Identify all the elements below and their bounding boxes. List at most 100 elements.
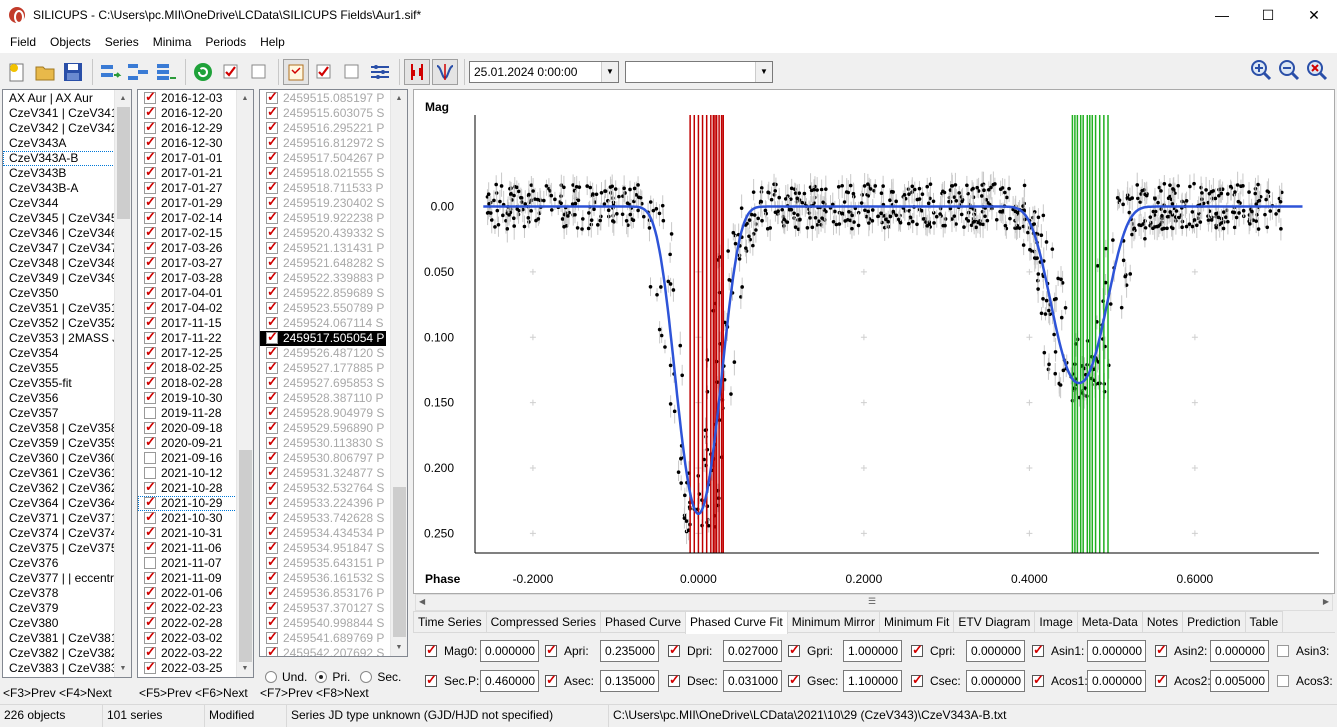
series-checkbox[interactable] — [144, 452, 156, 464]
tab-image[interactable]: Image — [1034, 611, 1078, 632]
series-checkbox[interactable] — [144, 166, 156, 179]
minima-list[interactable]: 2459515.085197 P2459515.603075 S2459516.… — [259, 89, 408, 657]
list-item[interactable]: CzeV341 | CzeV341 — [3, 106, 131, 121]
minimum-checkbox[interactable] — [266, 601, 278, 614]
list-item[interactable]: 2459519.922238 P — [260, 211, 407, 226]
minima-list-button[interactable] — [283, 58, 309, 85]
list-item[interactable]: 2459517.504267 P — [260, 151, 407, 166]
minimum-checkbox[interactable] — [266, 106, 278, 119]
minimum-checkbox[interactable] — [266, 376, 278, 389]
list-item[interactable]: CzeV359 | CzeV359 — [3, 436, 131, 451]
list-item[interactable]: CzeV351 | CzeV351 — [3, 301, 131, 316]
list-item[interactable]: 2459541.689769 P — [260, 631, 407, 646]
series-checkbox[interactable] — [144, 436, 156, 449]
list-item[interactable]: 2459532.532764 S — [260, 481, 407, 496]
list-item[interactable]: 2459533.224396 P — [260, 496, 407, 511]
series-checkbox[interactable] — [144, 571, 156, 584]
minimum-checkbox[interactable] — [266, 586, 278, 599]
param-input[interactable]: 0.005000 — [1210, 670, 1269, 692]
minimum-checkbox[interactable] — [266, 166, 278, 179]
chevron-down-icon[interactable]: ▼ — [755, 61, 772, 82]
list-item[interactable]: AX Aur | AX Aur — [3, 91, 131, 106]
list-item[interactable]: 2459535.643151 P — [260, 556, 407, 571]
list-item[interactable]: CzeV343B-A — [3, 181, 131, 196]
param-checkbox[interactable] — [425, 642, 437, 658]
minimum-checkbox[interactable] — [266, 136, 278, 149]
param-checkbox[interactable] — [1032, 642, 1044, 658]
series-checkbox[interactable] — [144, 586, 156, 599]
list-item[interactable]: 2459527.695853 S — [260, 376, 407, 391]
tab-phased-curve[interactable]: Phased Curve — [599, 611, 686, 632]
minimum-checkbox[interactable] — [266, 616, 278, 629]
param-checkbox[interactable] — [1277, 645, 1289, 657]
show-fit-button[interactable] — [432, 58, 458, 85]
series-checkbox[interactable] — [144, 391, 156, 404]
param-checkbox[interactable] — [911, 672, 923, 688]
list-item[interactable]: CzeV379 — [3, 601, 131, 616]
minimum-checkbox[interactable] — [266, 496, 278, 509]
list-item[interactable]: CzeV353 | 2MASS J0: — [3, 331, 131, 346]
series-checkbox[interactable] — [144, 661, 156, 674]
series-checkbox[interactable] — [144, 91, 156, 104]
series-move-button[interactable] — [153, 59, 179, 85]
list-item[interactable]: 2459536.853176 P — [260, 586, 407, 601]
list-item[interactable]: 2459517.505054 P — [260, 331, 386, 346]
param-input[interactable]: 0.000000 — [1087, 640, 1146, 662]
series-checkbox[interactable] — [144, 211, 156, 224]
list-item[interactable]: CzeV375 | CzeV375 — [3, 541, 131, 556]
list-item[interactable]: CzeV354 — [3, 346, 131, 361]
param-input[interactable]: 0.000000 — [1087, 670, 1146, 692]
minimum-checkbox[interactable] — [266, 121, 278, 134]
scroll-down-icon[interactable]: ▼ — [237, 660, 253, 677]
minimum-checkbox[interactable] — [266, 286, 278, 299]
param-input[interactable]: 0.235000 — [600, 640, 659, 662]
list-item[interactable]: CzeV374 | CzeV374 — [3, 526, 131, 541]
series-checkbox[interactable] — [144, 496, 156, 509]
minimum-checkbox[interactable] — [266, 406, 278, 419]
list-item[interactable]: CzeV355-fit — [3, 376, 131, 391]
radio-primary[interactable] — [315, 671, 328, 683]
series-checkbox[interactable] — [144, 467, 156, 479]
new-field-button[interactable] — [4, 59, 30, 85]
series-checkbox[interactable] — [144, 271, 156, 284]
series-checkbox[interactable] — [144, 601, 156, 614]
list-item[interactable]: CzeV380 — [3, 616, 131, 631]
list-item[interactable]: 2459524.067114 S — [260, 316, 407, 331]
list-item[interactable]: 2459542.207692 S — [260, 646, 407, 656]
list-item[interactable]: CzeV362 | CzeV362 — [3, 481, 131, 496]
param-checkbox[interactable] — [545, 672, 557, 688]
list-item[interactable]: 2459530.113830 S — [260, 436, 407, 451]
series-checkbox[interactable] — [144, 631, 156, 644]
series-checkbox[interactable] — [144, 526, 156, 539]
series-checkbox[interactable] — [144, 241, 156, 254]
list-item[interactable]: 2459515.085197 P — [260, 91, 407, 106]
scroll-right-icon[interactable]: ▶ — [1323, 597, 1329, 606]
refresh-button[interactable] — [190, 59, 216, 85]
minimum-checkbox[interactable] — [266, 571, 278, 584]
list-item[interactable]: CzeV343A-B — [3, 151, 131, 166]
series-checkbox[interactable] — [144, 407, 156, 419]
uncheck-all-series-button[interactable] — [246, 59, 272, 85]
param-checkbox[interactable] — [788, 672, 800, 688]
minimum-checkbox[interactable] — [266, 646, 278, 656]
minimum-checkbox[interactable] — [266, 421, 278, 434]
minimum-checkbox[interactable] — [266, 331, 278, 344]
list-item[interactable]: 2459519.230402 S — [260, 196, 407, 211]
series-checkbox[interactable] — [144, 256, 156, 269]
minimum-checkbox[interactable] — [266, 211, 278, 224]
series-checkbox[interactable] — [144, 616, 156, 629]
minimum-checkbox[interactable] — [266, 226, 278, 239]
series-scrollbar[interactable]: ▲ ▼ — [236, 90, 253, 677]
list-item[interactable]: CzeV343B — [3, 166, 131, 181]
minimum-checkbox[interactable] — [266, 91, 278, 104]
date-select[interactable]: 25.01.2024 0:00:00 ▼ — [469, 60, 619, 83]
minimum-checkbox[interactable] — [266, 511, 278, 524]
radio-undetermined[interactable] — [265, 671, 277, 683]
scroll-down-icon[interactable]: ▼ — [391, 639, 407, 656]
list-item[interactable]: CzeV356 — [3, 391, 131, 406]
series-checkbox[interactable] — [144, 301, 156, 314]
minimum-checkbox[interactable] — [266, 271, 278, 284]
list-item[interactable]: 2459521.648282 S — [260, 256, 407, 271]
list-item[interactable]: CzeV342 | CzeV342 — [3, 121, 131, 136]
series-checkbox[interactable] — [144, 346, 156, 359]
